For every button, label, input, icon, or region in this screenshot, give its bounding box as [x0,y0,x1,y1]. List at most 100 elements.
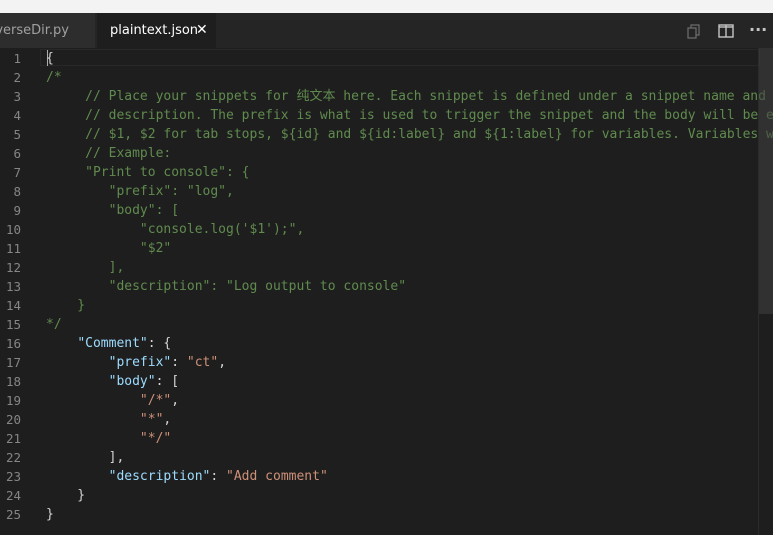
code-token: "/*" [139,393,172,408]
code-line[interactable]: 18 "body": [ [0,372,773,391]
line-number: 7 [13,165,21,180]
line-number: 2 [13,70,21,85]
code-line[interactable]: 6 // Example: [0,144,773,163]
code-line[interactable]: 23 "description": "Add comment" [0,467,773,486]
line-number: 3 [13,89,21,104]
code-line[interactable]: 11 "$2" [0,239,773,258]
code-text: // Example: [46,144,171,163]
code-token: : { [147,336,172,351]
code-token: // $1, $2 for tab stops, ${id} and ${id:… [46,127,773,142]
code-line[interactable]: 12 ], [0,258,773,277]
code-text: "body": [ [46,372,179,391]
code-text: // $1, $2 for tab stops, ${id} and ${id:… [46,125,773,144]
code-line[interactable]: 21 "*/" [0,429,773,448]
code-token: "prefix" [108,355,172,370]
code-text: "description": "Log output to console" [46,277,406,296]
line-number: 15 [5,317,21,332]
code-token: , [171,393,180,408]
line-number: 17 [5,355,21,370]
code-line[interactable]: 24 } [0,486,773,505]
code-text: "prefix": "log", [46,182,234,201]
line-number: 25 [5,507,21,522]
code-text: "console.log('$1');", [46,220,304,239]
tab-traversedir-py[interactable]: averseDir.py [0,13,96,48]
code-text: "*", [46,410,171,429]
line-number: 22 [5,450,21,465]
code-line[interactable]: 2 /* [0,68,773,87]
more-icon[interactable]: ··· [749,22,767,40]
code-token: "description": "Log output to console" [46,279,407,294]
code-token: /* [46,70,62,85]
code-line[interactable]: 7 "Print to console": { [0,163,773,182]
code-token: "prefix": "log", [46,184,234,199]
code-token: : [210,469,227,484]
line-number: 10 [5,222,21,237]
code-token: : [ [155,374,180,389]
line-number: 8 [13,184,21,199]
code-token: "*" [139,412,164,427]
code-token: "Print to console": { [46,165,250,180]
tab-label: averseDir.py [0,23,69,38]
line-number: 9 [13,203,21,218]
line-number: 4 [13,108,21,123]
split-editor-icon[interactable] [717,22,735,40]
code-text: { [46,49,54,68]
tab-plaintext-json[interactable]: plaintext.json ✕ [97,13,216,48]
line-number: 11 [5,241,21,256]
tab-label: plaintext.json [110,23,199,38]
line-number: 23 [5,469,21,484]
code-text: "prefix": "ct", [46,353,226,372]
tab-bar: averseDir.py plaintext.json ✕ [0,13,773,48]
code-token: "$2" [46,241,172,256]
code-line[interactable]: 5 // $1, $2 for tab stops, ${id} and ${i… [0,125,773,144]
code-text: /* [46,68,62,87]
code-line[interactable]: 22 ], [0,448,773,467]
copy-icon[interactable] [685,22,703,40]
code-token: "body": [ [46,203,180,218]
code-line[interactable]: 1{ [0,49,773,68]
close-icon[interactable]: ✕ [196,13,208,48]
code-token: , [163,412,172,427]
line-number: 19 [5,393,21,408]
code-text: // Place your snippets for 纯文本 here. Eac… [46,87,773,106]
code-line[interactable]: 19 "/*", [0,391,773,410]
code-line[interactable]: 13 "description": "Log output to console… [0,277,773,296]
code-line[interactable]: 16 "Comment": { [0,334,773,353]
code-token: "ct" [186,355,219,370]
code-token: */ [46,317,62,332]
code-text: "$2" [46,239,171,258]
code-editor[interactable]: 1{ 2 /* 3 // Place your snippets for 纯文本 he… [0,48,773,535]
code-line[interactable]: 10 "console.log('$1');", [0,220,773,239]
code-line[interactable]: 25} [0,505,773,524]
code-text: "Print to console": { [46,163,250,182]
code-token: // Example: [46,146,172,161]
vertical-scrollbar[interactable] [759,48,773,314]
code-token: "console.log('$1');", [46,222,305,237]
code-token: "body" [108,374,156,389]
code-token: "*/" [139,431,172,446]
code-text: "description": "Add comment" [46,467,328,486]
code-line[interactable]: 14 } [0,296,773,315]
window-top-strip [0,0,773,13]
code-line[interactable]: 20 "*", [0,410,773,429]
code-line[interactable]: 4 // description. The prefix is what is … [0,106,773,125]
code-text: // description. The prefix is what is us… [46,106,773,125]
code-line[interactable]: 17 "prefix": "ct", [0,353,773,372]
code-text: "body": [ [46,201,179,220]
line-number: 6 [13,146,21,161]
code-token: , [218,355,227,370]
code-line[interactable]: 8 "prefix": "log", [0,182,773,201]
line-number: 14 [5,298,21,313]
code-line[interactable]: 3 // Place your snippets for 纯文本 here. E… [0,87,773,106]
code-text: } [46,505,54,524]
code-line[interactable]: 15 */ [0,315,773,334]
code-text: } [46,296,85,315]
code-token: "Add comment" [226,469,328,484]
code-text: ], [46,448,125,467]
code-line[interactable]: 9 "body": [ [0,201,773,220]
